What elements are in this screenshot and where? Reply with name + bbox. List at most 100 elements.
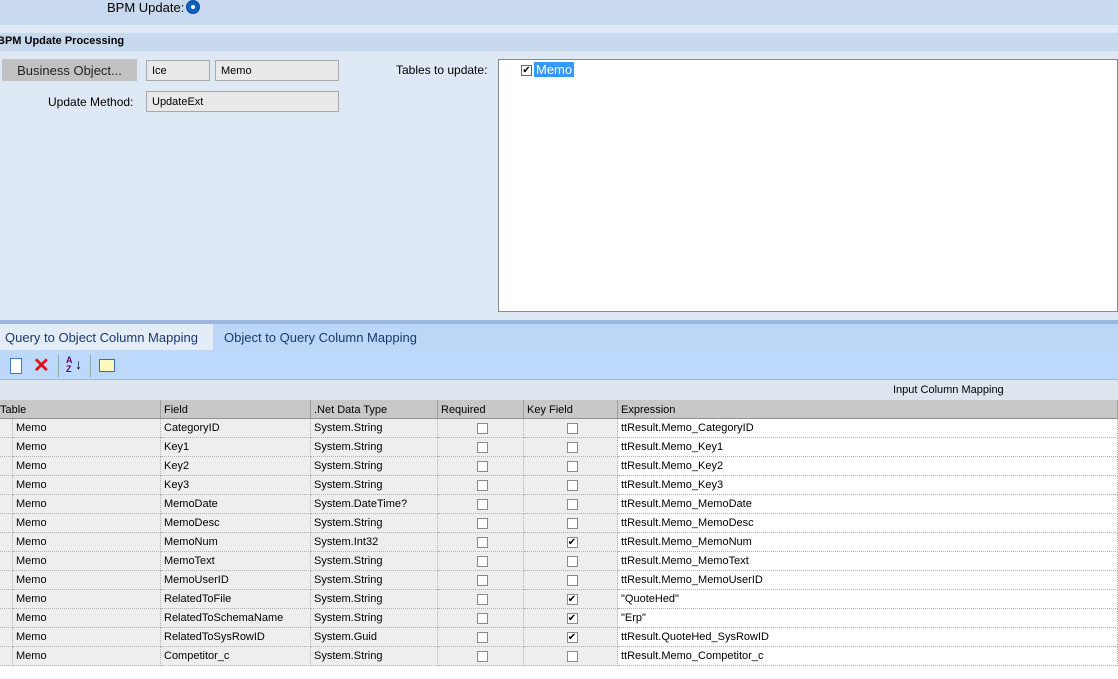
update-method-field[interactable]: UpdateExt bbox=[146, 91, 339, 112]
cell-expression[interactable]: ttResult.Memo_MemoUserID bbox=[618, 571, 1118, 590]
required-checkbox[interactable] bbox=[476, 594, 488, 605]
row-selector[interactable] bbox=[0, 476, 13, 495]
cell-table[interactable]: Memo bbox=[13, 533, 161, 552]
cell-field[interactable]: RelatedToSysRowID bbox=[161, 628, 311, 647]
cell-net-type[interactable]: System.String bbox=[311, 571, 438, 590]
row-selector[interactable] bbox=[0, 419, 13, 438]
cell-net-type[interactable]: System.String bbox=[311, 514, 438, 533]
required-checkbox[interactable] bbox=[476, 480, 488, 491]
cell-net-type[interactable]: System.String bbox=[311, 419, 438, 438]
cell-field[interactable]: RelatedToFile bbox=[161, 590, 311, 609]
row-selector[interactable] bbox=[0, 609, 13, 628]
cell-expression[interactable]: ttResult.QuoteHed_SysRowID bbox=[618, 628, 1118, 647]
required-checkbox[interactable] bbox=[476, 518, 488, 529]
cell-table[interactable]: Memo bbox=[13, 609, 161, 628]
row-selector[interactable] bbox=[0, 495, 13, 514]
business-object-button[interactable]: Business Object... bbox=[2, 59, 137, 81]
cell-net-type[interactable]: System.String bbox=[311, 647, 438, 666]
cell-field[interactable]: CategoryID bbox=[161, 419, 311, 438]
key-field-checkbox[interactable]: ✔ bbox=[566, 613, 578, 624]
cell-table[interactable]: Memo bbox=[13, 647, 161, 666]
bpm-update-radio[interactable] bbox=[186, 0, 200, 14]
row-selector[interactable] bbox=[0, 457, 13, 476]
table-row[interactable]: Memo MemoNum System.Int32 ✔ ttResult.Mem… bbox=[0, 533, 1118, 552]
row-selector[interactable] bbox=[0, 552, 13, 571]
cell-field[interactable]: Competitor_c bbox=[161, 647, 311, 666]
delete-icon[interactable]: ✕ bbox=[33, 353, 50, 378]
key-field-checkbox[interactable] bbox=[566, 461, 578, 472]
key-field-checkbox[interactable] bbox=[566, 499, 578, 510]
bo-system-field[interactable]: Ice bbox=[146, 60, 210, 81]
cell-expression[interactable]: ttResult.Memo_Key2 bbox=[618, 457, 1118, 476]
cell-field[interactable]: MemoDate bbox=[161, 495, 311, 514]
col-net-type[interactable]: .Net Data Type bbox=[311, 400, 438, 419]
new-icon[interactable] bbox=[10, 358, 22, 374]
required-checkbox[interactable] bbox=[476, 575, 488, 586]
table-row[interactable]: Memo Key3 System.String ttResult.Memo_Ke… bbox=[0, 476, 1118, 495]
cell-net-type[interactable]: System.String bbox=[311, 457, 438, 476]
tab-object-to-query[interactable]: Object to Query Column Mapping bbox=[224, 324, 417, 350]
cell-expression[interactable]: ttResult.Memo_MemoDesc bbox=[618, 514, 1118, 533]
cell-net-type[interactable]: System.String bbox=[311, 438, 438, 457]
col-field[interactable]: Field bbox=[161, 400, 311, 419]
key-field-checkbox[interactable] bbox=[566, 518, 578, 529]
cell-expression[interactable]: ttResult.Memo_MemoText bbox=[618, 552, 1118, 571]
row-selector[interactable] bbox=[0, 590, 13, 609]
cell-field[interactable]: RelatedToSchemaName bbox=[161, 609, 311, 628]
col-required[interactable]: Required bbox=[438, 400, 524, 419]
required-checkbox[interactable] bbox=[476, 632, 488, 643]
cell-field[interactable]: Key3 bbox=[161, 476, 311, 495]
cell-expression[interactable]: ttResult.Memo_MemoDate bbox=[618, 495, 1118, 514]
required-checkbox[interactable] bbox=[476, 556, 488, 567]
table-row[interactable]: Memo MemoDesc System.String ttResult.Mem… bbox=[0, 514, 1118, 533]
cell-field[interactable]: MemoText bbox=[161, 552, 311, 571]
cell-net-type[interactable]: System.DateTime? bbox=[311, 495, 438, 514]
table-row[interactable]: Memo CategoryID System.String ttResult.M… bbox=[0, 419, 1118, 438]
table-row[interactable]: Memo MemoDate System.DateTime? ttResult.… bbox=[0, 495, 1118, 514]
cell-net-type[interactable]: System.String bbox=[311, 476, 438, 495]
cell-table[interactable]: Memo bbox=[13, 590, 161, 609]
required-checkbox[interactable] bbox=[476, 537, 488, 548]
sort-az-icon[interactable]: AZ bbox=[66, 356, 73, 374]
cell-table[interactable]: Memo bbox=[13, 514, 161, 533]
required-checkbox[interactable] bbox=[476, 461, 488, 472]
key-field-checkbox[interactable] bbox=[566, 480, 578, 491]
table-checkbox[interactable]: ✔ bbox=[521, 65, 532, 76]
key-field-checkbox[interactable] bbox=[566, 556, 578, 567]
key-field-checkbox[interactable]: ✔ bbox=[566, 632, 578, 643]
table-row[interactable]: Memo RelatedToSysRowID System.Guid ✔ ttR… bbox=[0, 628, 1118, 647]
row-selector[interactable] bbox=[0, 647, 13, 666]
cell-expression[interactable]: ttResult.Memo_Key1 bbox=[618, 438, 1118, 457]
cell-net-type[interactable]: System.String bbox=[311, 552, 438, 571]
cell-expression[interactable]: ttResult.Memo_Key3 bbox=[618, 476, 1118, 495]
required-checkbox[interactable] bbox=[476, 499, 488, 510]
table-row[interactable]: Memo Key1 System.String ttResult.Memo_Ke… bbox=[0, 438, 1118, 457]
cell-table[interactable]: Memo bbox=[13, 438, 161, 457]
key-field-checkbox[interactable]: ✔ bbox=[566, 594, 578, 605]
cell-net-type[interactable]: System.Guid bbox=[311, 628, 438, 647]
required-checkbox[interactable] bbox=[476, 423, 488, 434]
cell-table[interactable]: Memo bbox=[13, 571, 161, 590]
cell-table[interactable]: Memo bbox=[13, 476, 161, 495]
cell-field[interactable]: Key1 bbox=[161, 438, 311, 457]
table-row[interactable]: Memo MemoText System.String ttResult.Mem… bbox=[0, 552, 1118, 571]
table-row[interactable]: Memo Competitor_c System.String ttResult… bbox=[0, 647, 1118, 666]
row-selector[interactable] bbox=[0, 571, 13, 590]
required-checkbox[interactable] bbox=[476, 442, 488, 453]
cell-table[interactable]: Memo bbox=[13, 419, 161, 438]
table-row[interactable]: Memo MemoUserID System.String ttResult.M… bbox=[0, 571, 1118, 590]
cell-expression[interactable]: ttResult.Memo_CategoryID bbox=[618, 419, 1118, 438]
key-field-checkbox[interactable] bbox=[566, 423, 578, 434]
cell-field[interactable]: MemoDesc bbox=[161, 514, 311, 533]
cell-expression[interactable]: "QuoteHed" bbox=[618, 590, 1118, 609]
cell-field[interactable]: MemoNum bbox=[161, 533, 311, 552]
row-selector[interactable] bbox=[0, 628, 13, 647]
col-table[interactable]: Table bbox=[0, 400, 161, 419]
cell-expression[interactable]: "Erp" bbox=[618, 609, 1118, 628]
col-expression[interactable]: Expression bbox=[618, 400, 1118, 419]
cell-field[interactable]: Key2 bbox=[161, 457, 311, 476]
table-row[interactable]: Memo RelatedToSchemaName System.String ✔… bbox=[0, 609, 1118, 628]
key-field-checkbox[interactable] bbox=[566, 651, 578, 662]
cell-table[interactable]: Memo bbox=[13, 628, 161, 647]
row-selector[interactable] bbox=[0, 533, 13, 552]
